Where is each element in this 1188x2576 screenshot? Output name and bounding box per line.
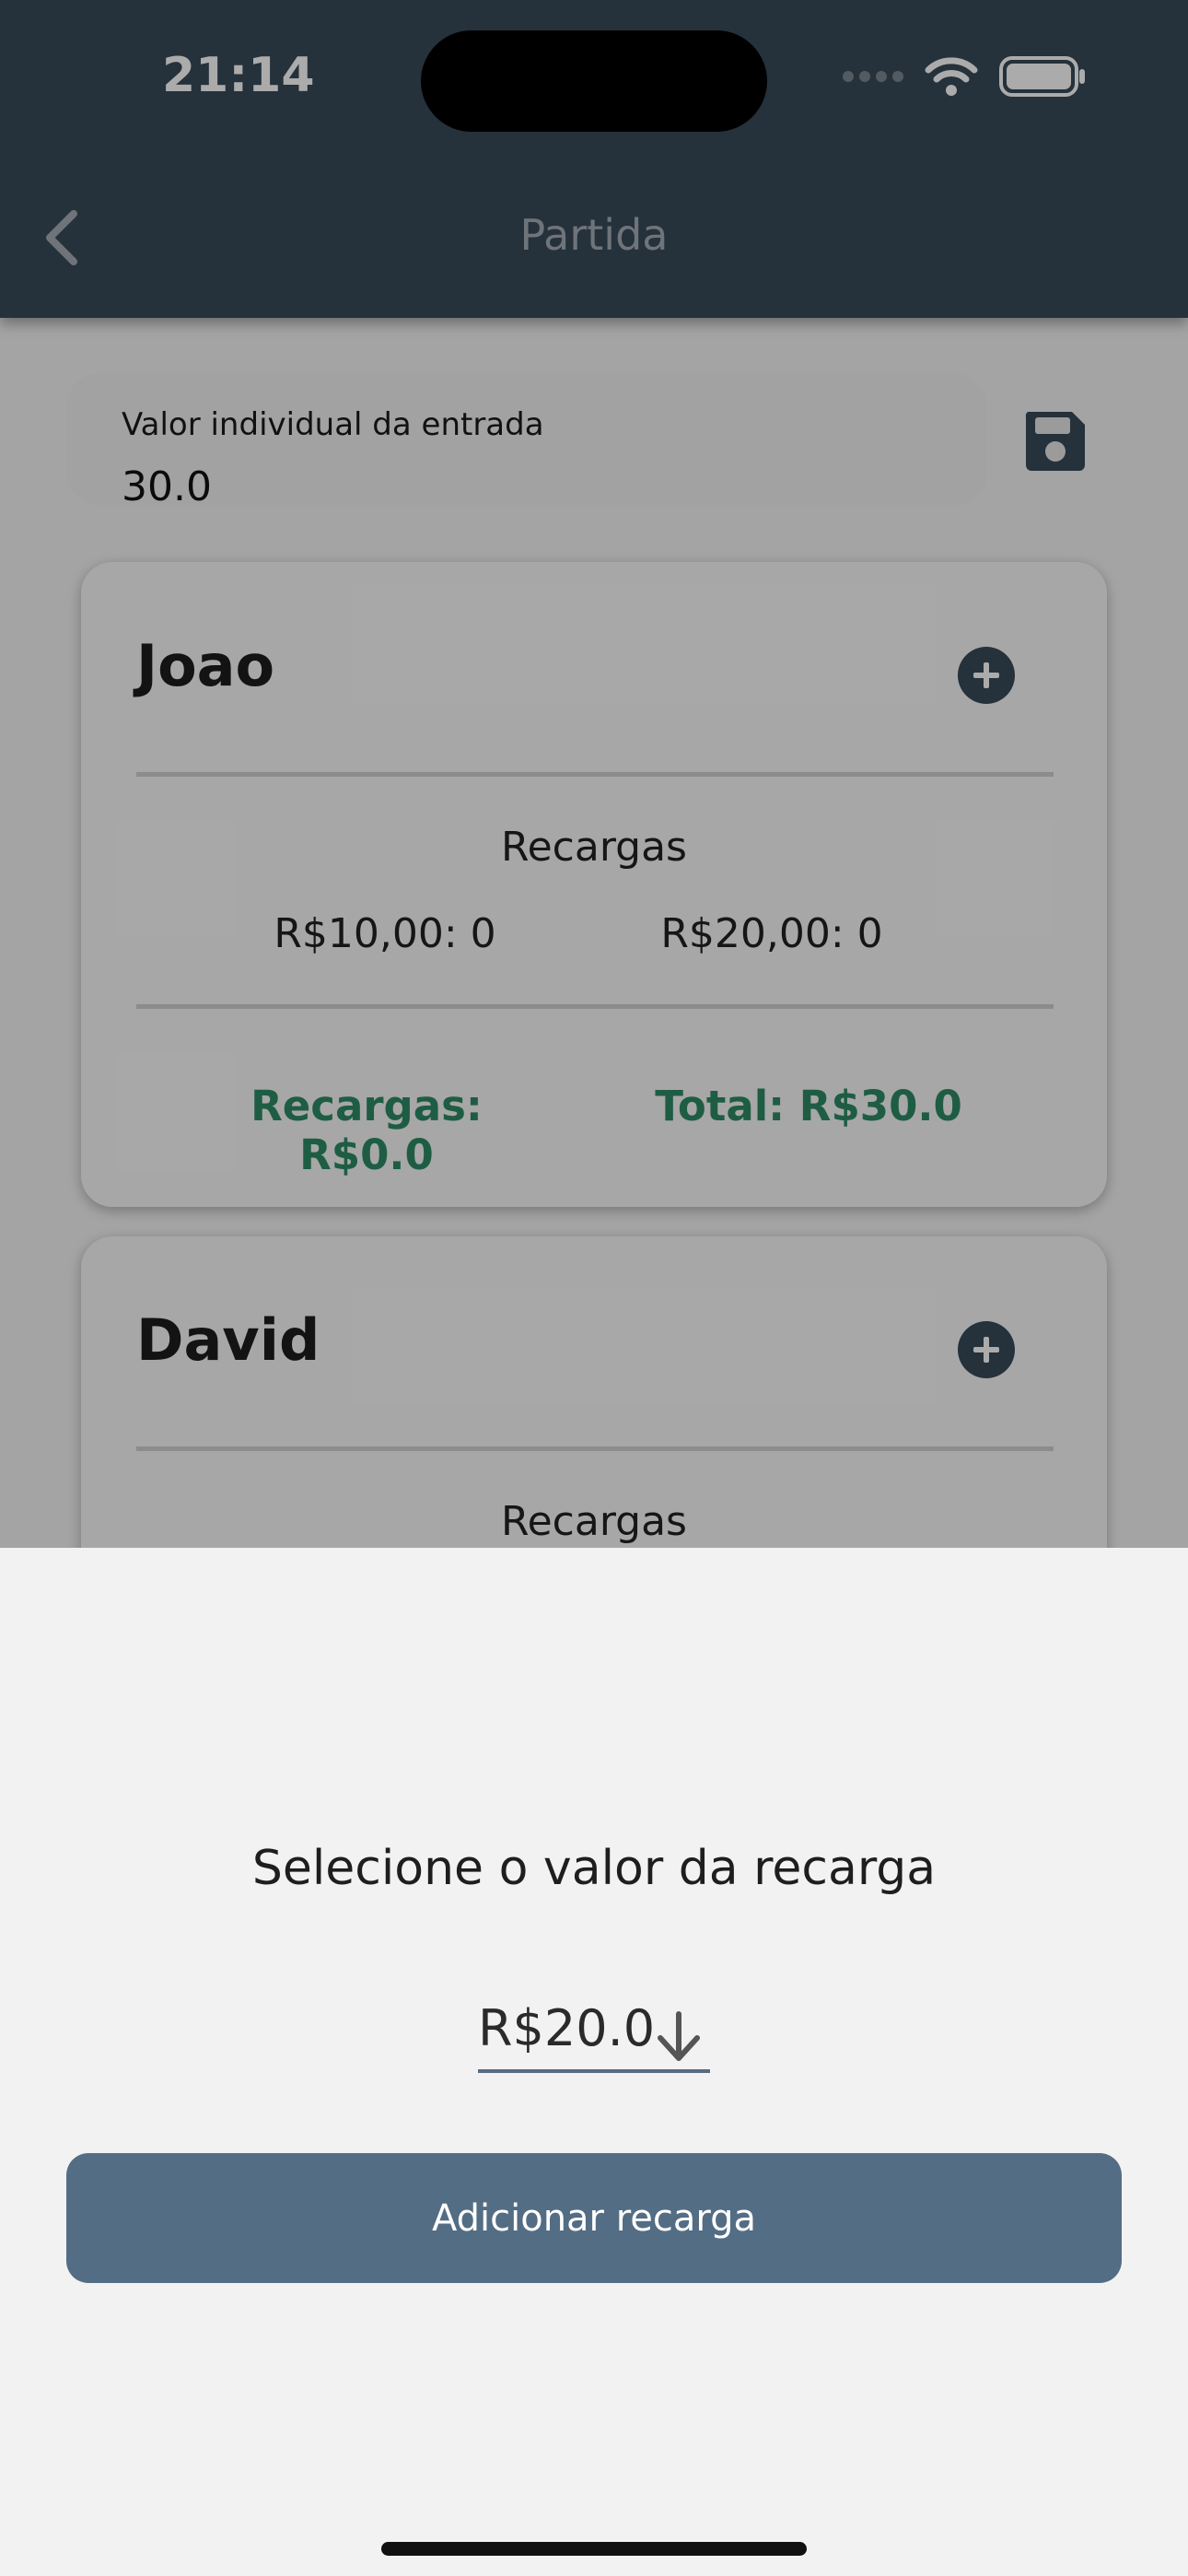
arrow-down-icon	[658, 2011, 700, 2061]
home-indicator	[381, 2542, 807, 2556]
recharge-value-dropdown[interactable]: R$20.0	[478, 1999, 710, 2073]
dropdown-selected-value: R$20.0	[478, 1999, 656, 2057]
recharge-bottom-sheet: Selecione o valor da recarga R$20.0 Adic…	[0, 1548, 1188, 2576]
dropdown-underline	[478, 2069, 710, 2073]
add-recharge-button[interactable]: Adicionar recarga	[66, 2153, 1122, 2283]
modal-scrim[interactable]	[0, 0, 1188, 1548]
sheet-title: Selecione o valor da recarga	[251, 1841, 937, 1896]
